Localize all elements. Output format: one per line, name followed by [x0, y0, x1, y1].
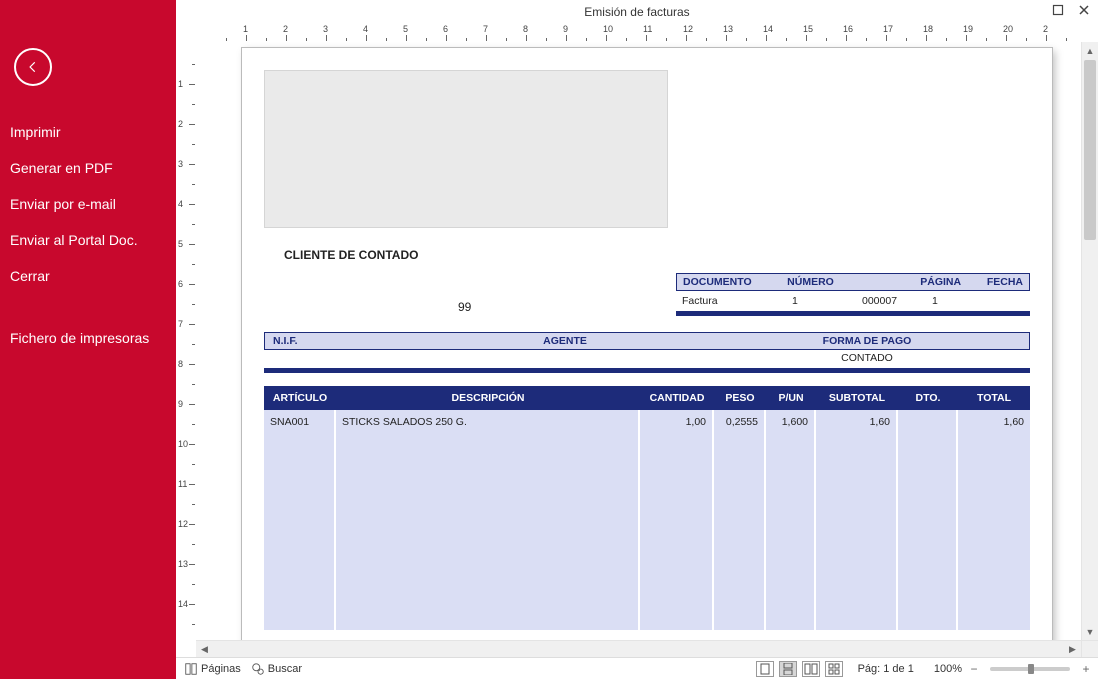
doc-value-fecha [996, 293, 1030, 309]
main-area: Emisión de facturas 12345678910111213141… [176, 0, 1098, 679]
item-cantidad: 1,00 [640, 410, 714, 630]
scroll-right-button[interactable]: ▶ [1064, 641, 1081, 657]
info-header-agente: AGENTE [425, 333, 705, 349]
items-header-total: TOTAL [958, 386, 1030, 410]
single-page-icon [760, 663, 770, 675]
items-header-peso: PESO [714, 386, 766, 410]
item-dto [898, 410, 958, 630]
info-header-forma-pago: FORMA DE PAGO [705, 333, 1029, 349]
viewmode-single[interactable] [756, 661, 774, 677]
items-header-articulo: ARTÍCULO [264, 386, 336, 410]
preview-viewport[interactable]: CLIENTE DE CONTADO 99 DOCUMENTO NÚMERO P… [196, 42, 1081, 640]
info-value-forma-pago: CONTADO [704, 350, 1030, 366]
items-header-pun: P/UN [766, 386, 816, 410]
doc-value-pagina: 1 [926, 293, 996, 309]
viewmode-two-page[interactable] [802, 661, 820, 677]
vertical-scrollbar[interactable]: ▲ ▼ [1081, 42, 1098, 640]
window-title: Emisión de facturas [584, 5, 689, 19]
vertical-ruler: 1234567891011121314 [176, 42, 196, 640]
zoom-out-button[interactable]: − [968, 662, 980, 676]
close-button[interactable] [1076, 2, 1092, 18]
item-subtotal: 1,60 [816, 410, 898, 630]
pages-icon [184, 662, 198, 676]
horizontal-scrollbar[interactable]: ◀ ▶ [196, 640, 1081, 657]
client-label: CLIENTE DE CONTADO [284, 248, 418, 262]
invoice-page: CLIENTE DE CONTADO 99 DOCUMENTO NÚMERO P… [242, 48, 1052, 640]
vertical-scroll-thumb[interactable] [1084, 60, 1096, 240]
document-header-table: DOCUMENTO NÚMERO PÁGINA FECHA Factura 1 … [676, 273, 1030, 316]
item-pun: 1,600 [766, 410, 816, 630]
sidebar-item-enviar-portal[interactable]: Enviar al Portal Doc. [0, 222, 176, 258]
statusbar: Páginas Buscar Pág: 1 de 1 100% − + [176, 657, 1098, 679]
sidebar: Imprimir Generar en PDF Enviar por e-mai… [0, 0, 176, 679]
sidebar-item-imprimir[interactable]: Imprimir [0, 114, 176, 150]
zoom-in-button[interactable]: + [1080, 662, 1092, 676]
maximize-icon [1052, 4, 1064, 16]
viewmode-continuous[interactable] [779, 661, 797, 677]
search-icon [251, 662, 265, 676]
doc-value-numero: 000007 [856, 293, 926, 309]
sidebar-item-fichero-impresoras[interactable]: Fichero de impresoras [0, 320, 176, 356]
doc-value-documento: Factura [676, 293, 786, 309]
paginas-button[interactable]: Páginas [182, 662, 243, 676]
doc-header-fecha: FECHA [981, 274, 1029, 290]
zoom-slider[interactable] [990, 667, 1070, 671]
zoom-value: 100% [934, 663, 962, 675]
doc-header-documento: DOCUMENTO [677, 274, 781, 290]
items-table: ARTÍCULO DESCRIPCIÓN CANTIDAD PESO P/UN … [264, 386, 1030, 630]
paginas-label: Páginas [201, 663, 241, 675]
horizontal-ruler: 12345678910111213141516171819202 [196, 24, 1080, 42]
info-header-nif: N.I.F. [265, 333, 425, 349]
item-peso: 0,2555 [714, 410, 766, 630]
doc-value-numero-series: 1 [786, 293, 856, 309]
items-header-descripcion: DESCRIPCIÓN [336, 386, 640, 410]
items-header-subtotal: SUBTOTAL [816, 386, 898, 410]
info-header-table: N.I.F. AGENTE FORMA DE PAGO CONTADO [264, 332, 1030, 373]
two-page-icon [804, 663, 818, 675]
page-info: Pág: 1 de 1 [858, 663, 914, 675]
arrow-left-icon [26, 60, 40, 74]
client-code: 99 [458, 300, 471, 314]
doc-header-numero: NÚMERO [781, 274, 848, 290]
items-header-dto: DTO. [898, 386, 958, 410]
scroll-down-button[interactable]: ▼ [1082, 623, 1098, 640]
continuous-page-icon [783, 663, 793, 675]
info-value-agente [424, 350, 704, 366]
items-header-cantidad: CANTIDAD [640, 386, 714, 410]
buscar-label: Buscar [268, 663, 302, 675]
item-descripcion: STICKS SALADOS 250 G. [336, 410, 640, 630]
back-button[interactable] [14, 48, 52, 86]
scroll-up-button[interactable]: ▲ [1082, 42, 1098, 59]
sidebar-item-generar-pdf[interactable]: Generar en PDF [0, 150, 176, 186]
item-articulo: SNA001 [264, 410, 336, 630]
sidebar-item-cerrar[interactable]: Cerrar [0, 258, 176, 294]
sidebar-item-enviar-email[interactable]: Enviar por e-mail [0, 186, 176, 222]
info-value-nif [264, 350, 424, 366]
grid-page-icon [828, 663, 840, 675]
buscar-button[interactable]: Buscar [249, 662, 304, 676]
scroll-left-button[interactable]: ◀ [196, 641, 213, 657]
close-icon [1078, 4, 1090, 16]
titlebar: Emisión de facturas [176, 0, 1098, 24]
maximize-button[interactable] [1050, 2, 1066, 18]
item-total: 1,60 [958, 410, 1030, 630]
doc-header-pagina: PÁGINA [914, 274, 981, 290]
zoom-slider-thumb[interactable] [1028, 664, 1034, 674]
logo-placeholder [264, 70, 668, 228]
viewmode-grid[interactable] [825, 661, 843, 677]
